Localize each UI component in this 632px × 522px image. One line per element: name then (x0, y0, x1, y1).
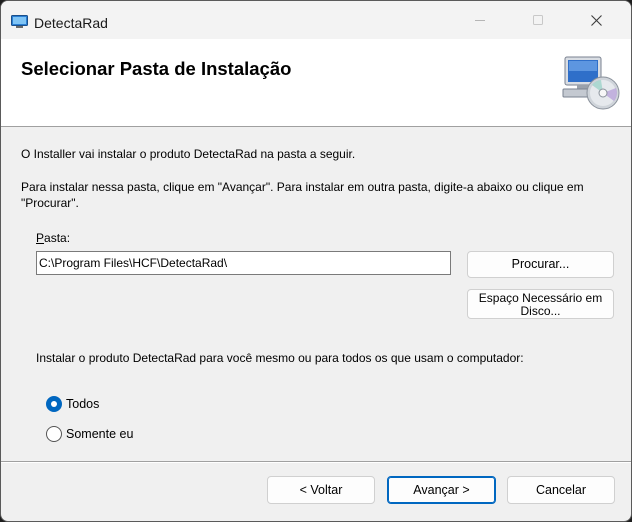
folder-label-text: asta: (44, 231, 71, 245)
maximize-button[interactable] (509, 1, 567, 39)
folder-path-input[interactable] (36, 251, 451, 275)
minimize-icon (475, 20, 485, 21)
radio-button-unselected[interactable] (46, 426, 62, 442)
radio-label-just-me: Somente eu (66, 427, 134, 441)
back-button[interactable]: < Voltar (267, 476, 375, 504)
installer-window: DetectaRad Selecionar Pasta de Instalaçã… (0, 0, 632, 522)
title-bar[interactable]: DetectaRad (1, 1, 631, 39)
maximize-icon (533, 15, 543, 25)
install-for-label: Instalar o produto DetectaRad para você … (36, 351, 524, 365)
folder-label: Pasta: (36, 231, 70, 245)
description-text-1: O Installer vai instalar o produto Detec… (21, 147, 356, 161)
radio-button-selected[interactable] (46, 396, 62, 412)
next-button[interactable]: Avançar > (387, 476, 496, 504)
browse-button[interactable]: Procurar... (467, 251, 614, 278)
computer-disc-icon (561, 55, 621, 111)
footer-divider (1, 461, 631, 463)
cancel-button[interactable]: Cancelar (507, 476, 615, 504)
close-icon (591, 15, 602, 26)
minimize-button[interactable] (451, 1, 509, 39)
disk-space-button[interactable]: Espaço Necessário em Disco... (467, 289, 614, 319)
window-title: DetectaRad (34, 15, 108, 31)
page-title: Selecionar Pasta de Instalação (21, 58, 292, 79)
folder-label-access-key: P (36, 231, 45, 245)
close-button[interactable] (567, 1, 625, 39)
description-text-2: Para instalar nessa pasta, clique em "Av… (21, 180, 584, 210)
header-banner: Selecionar Pasta de Instalação (1, 39, 631, 127)
radio-label-everyone: Todos (66, 397, 100, 411)
installer-icon (11, 15, 28, 29)
